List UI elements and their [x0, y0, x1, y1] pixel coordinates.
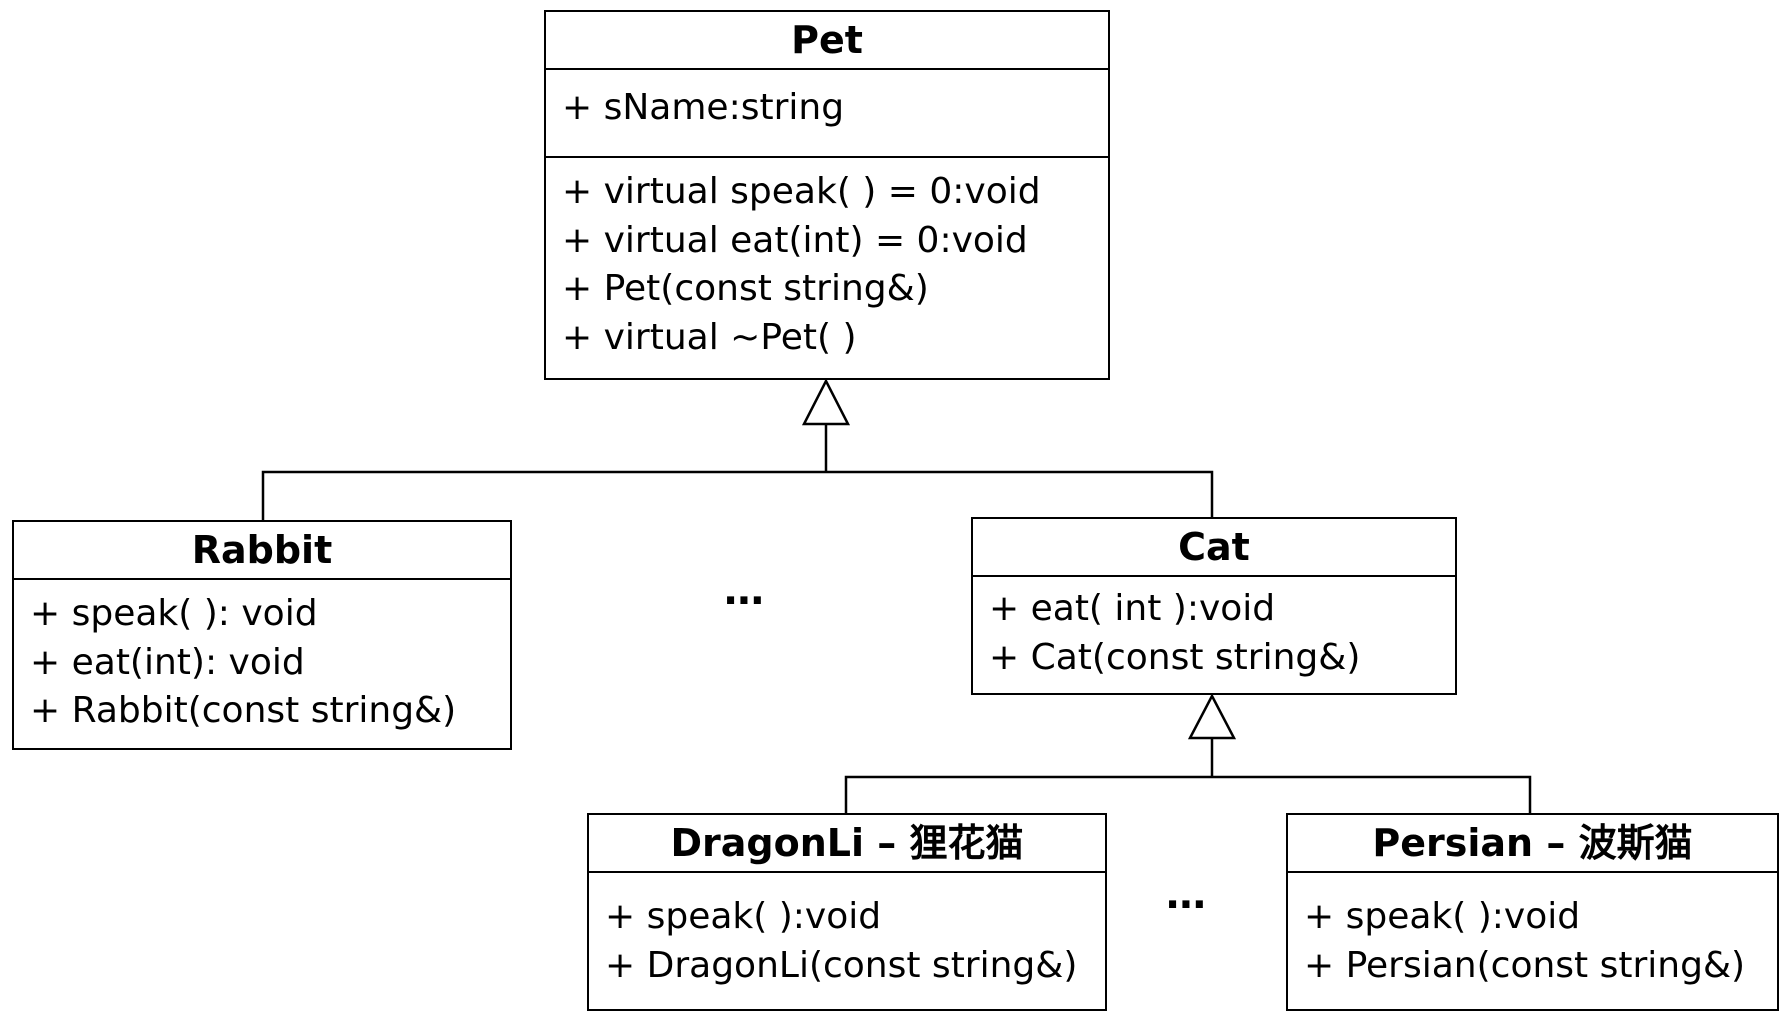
class-cat-methods: + eat( int ):void + Cat(const string&): [973, 577, 1455, 682]
method: + eat( int ):void: [989, 588, 1276, 629]
method: + virtual speak( ) = 0:void: [562, 171, 1041, 212]
method: + Persian(const string&): [1304, 944, 1746, 986]
method: + eat(int): void: [30, 641, 305, 683]
class-pet: Pet + sName:string + virtual speak( ) = …: [544, 10, 1110, 380]
class-pet-methods: + virtual speak( ) = 0:void + virtual ea…: [546, 156, 1108, 362]
pet-inheritance-arrow: [801, 378, 851, 426]
attribute: + sName:string: [562, 87, 845, 128]
dragonli-inheritance-line: [844, 775, 1212, 813]
method: + Pet(const string&): [562, 268, 929, 309]
class-cat: Cat + eat( int ):void + Cat(const string…: [971, 517, 1457, 695]
class-pet-name: Pet: [546, 12, 1108, 70]
method: + speak( ):void: [1304, 896, 1581, 937]
class-persian: Persian – 波斯猫 + speak( ):void + Persian(…: [1286, 813, 1779, 1011]
class-persian-methods: + speak( ):void + Persian(const string&): [1288, 873, 1777, 990]
class-pet-attributes: + sName:string: [546, 70, 1108, 156]
persian-inheritance-line: [1212, 775, 1532, 813]
method: + virtual eat(int) = 0:void: [562, 219, 1028, 261]
method: + virtual ~Pet( ): [562, 316, 857, 358]
class-rabbit-name: Rabbit: [14, 522, 510, 580]
method: + speak( ):void: [605, 896, 882, 937]
cat-inheritance-arrow: [1187, 693, 1237, 740]
cat-inheritance-line: [826, 470, 1214, 517]
method: + DragonLi(const string&): [605, 944, 1078, 986]
rabbit-inheritance-line: [261, 470, 826, 520]
method: + Rabbit(const string&): [30, 690, 457, 731]
method: + speak( ): void: [30, 593, 318, 634]
class-dragonli-methods: + speak( ):void + DragonLi(const string&…: [589, 873, 1105, 990]
class-cat-name: Cat: [973, 519, 1455, 577]
ellipsis-more-pets: ⋯: [724, 578, 768, 624]
class-dragonli: DragonLi – 狸花猫 + speak( ):void + DragonL…: [587, 813, 1107, 1011]
ellipsis-more-cats: ⋯: [1166, 882, 1210, 928]
class-dragonli-name: DragonLi – 狸花猫: [589, 815, 1105, 873]
method: + Cat(const string&): [989, 636, 1361, 678]
class-persian-name: Persian – 波斯猫: [1288, 815, 1777, 873]
uml-class-diagram: Pet + sName:string + virtual speak( ) = …: [0, 0, 1787, 1016]
class-rabbit: Rabbit + speak( ): void + eat(int): void…: [12, 520, 512, 750]
class-rabbit-methods: + speak( ): void + eat(int): void + Rabb…: [14, 580, 510, 736]
